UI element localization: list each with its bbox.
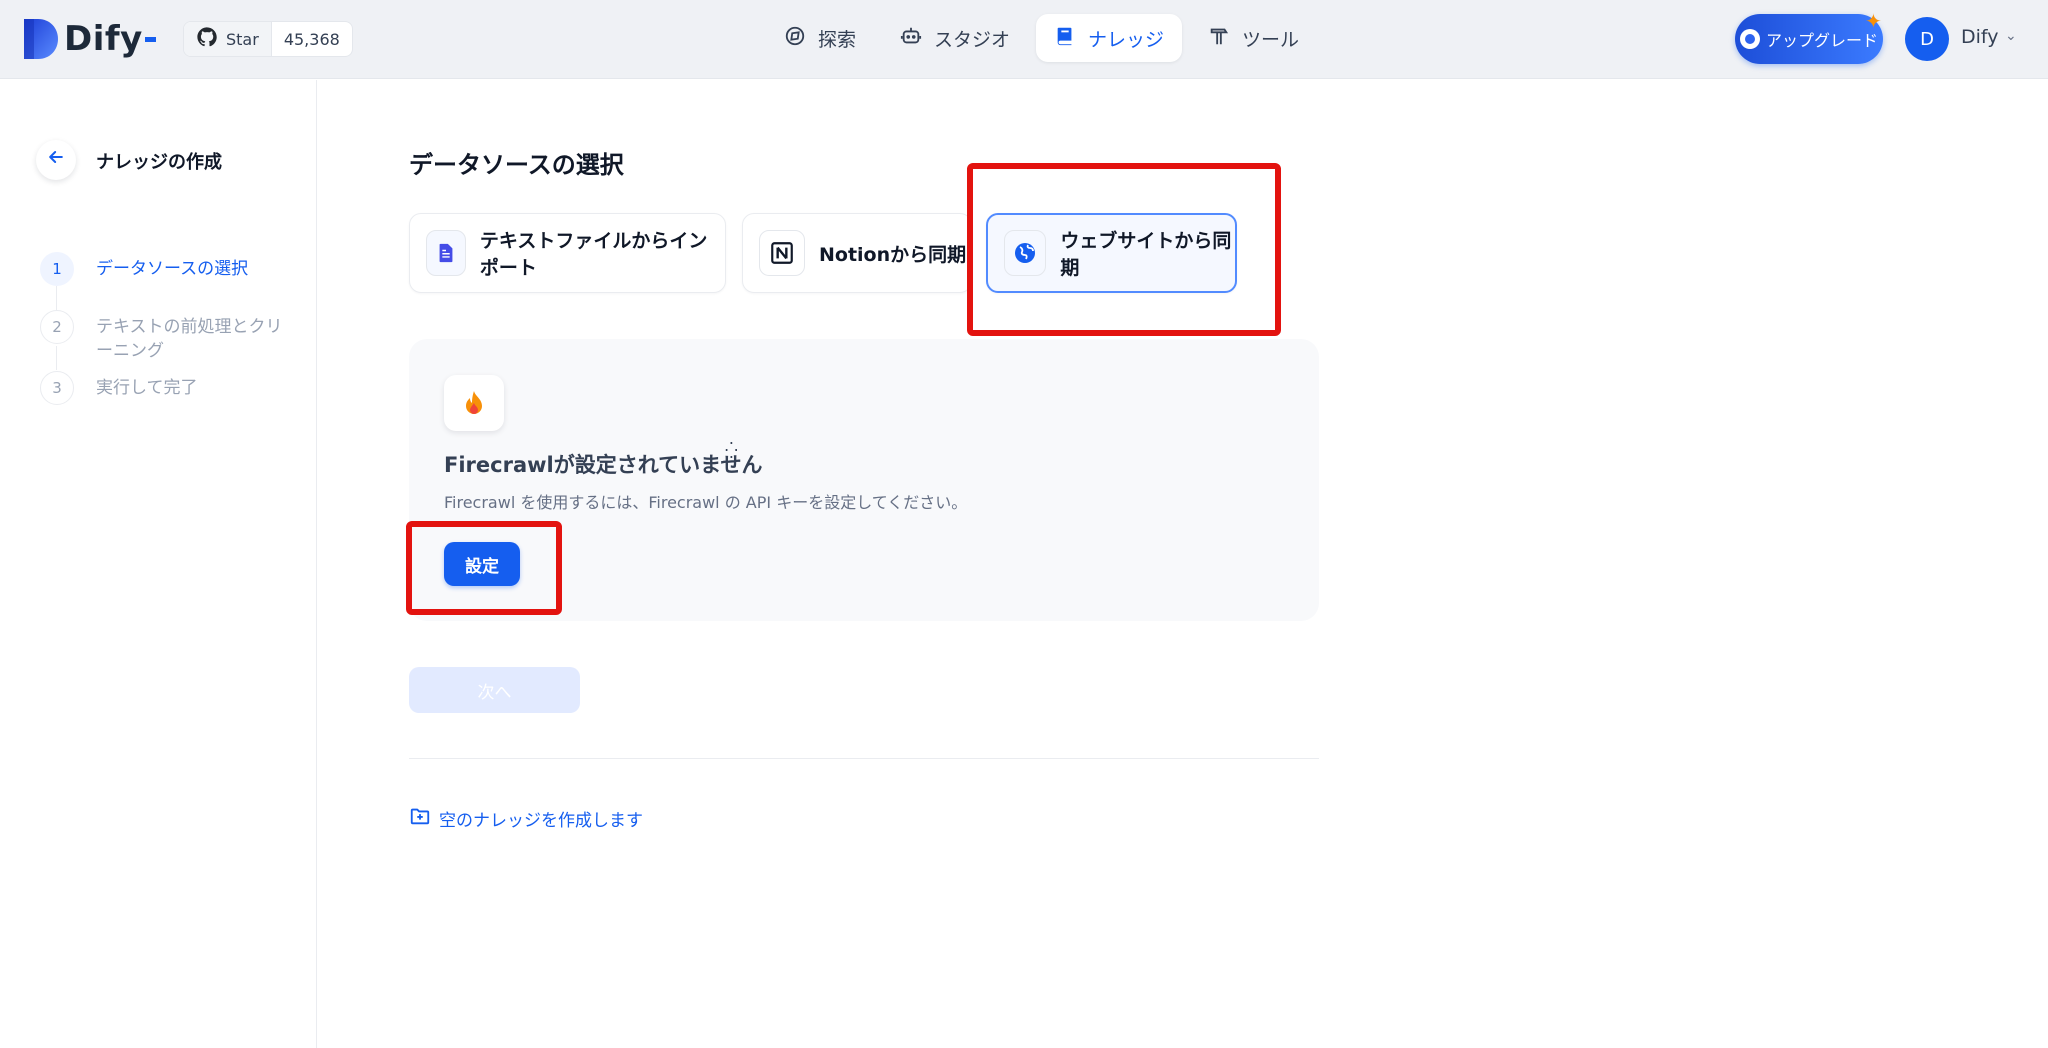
step-item-2: 2 テキストの前処理とクリーニング: [40, 310, 296, 363]
step-number: 2: [40, 310, 74, 344]
back-button[interactable]: [36, 140, 76, 180]
nav-explore-label: 探索: [817, 28, 856, 51]
sparkle-badge-icon: [1739, 29, 1760, 49]
step-connector: [56, 346, 57, 370]
step-label: データソースの選択: [96, 259, 249, 279]
upgrade-button[interactable]: アップグレード: [1735, 14, 1883, 64]
github-icon: [196, 26, 218, 52]
source-text-file[interactable]: テキストファイルからインポート: [409, 213, 726, 293]
firecrawl-title: Firecrawlが設定されていません: [444, 453, 763, 477]
github-star-label: Star: [226, 29, 259, 49]
step-item-1: 1 データソースの選択: [40, 252, 296, 286]
step-connector: [56, 286, 57, 310]
dify-logo[interactable]: Dify: [24, 18, 156, 60]
github-star-widget[interactable]: Star 45,368: [183, 21, 353, 57]
fire-icon: [444, 375, 504, 431]
empty-link-label: 空のナレッジを作成します: [439, 811, 643, 831]
loading-spinner-icon: ⁛: [725, 441, 738, 460]
github-star-count[interactable]: 45,368: [272, 22, 352, 56]
create-empty-knowledge-link[interactable]: 空のナレッジを作成します: [409, 805, 643, 832]
firecrawl-description: Firecrawl を使用するには、Firecrawl の API キーを設定し…: [444, 493, 968, 512]
github-star-button[interactable]: Star: [184, 22, 272, 56]
source-notion[interactable]: Notionから同期: [742, 213, 972, 293]
upgrade-label: アップグレード: [1765, 31, 1878, 50]
avatar[interactable]: D: [1905, 17, 1949, 61]
nav-knowledge-label: ナレッジ: [1088, 28, 1165, 51]
arrow-left-icon: [46, 147, 66, 173]
create-knowledge-sidebar: ナレッジの作成 1 データソースの選択 2 テキストの前処理とクリーニング 3 …: [0, 80, 317, 1048]
nav-studio-label: スタジオ: [933, 28, 1010, 51]
step-list: 1 データソースの選択 2 テキストの前処理とクリーニング 3 実行して完了: [40, 252, 296, 419]
chevron-down-icon[interactable]: ⌄: [2005, 28, 2017, 44]
highlight-box-configure: [406, 521, 562, 615]
nav-tools-label: ツール: [1242, 28, 1300, 51]
compass-icon: [784, 25, 818, 52]
nav-tools[interactable]: ツール: [1190, 14, 1317, 62]
step-label: テキストの前処理とクリーニング: [96, 317, 283, 361]
notion-icon: [759, 230, 805, 276]
highlight-box-website: [967, 163, 1281, 336]
book-icon: [1054, 25, 1088, 52]
hammer-icon: [1208, 25, 1242, 52]
logo-dot: [144, 36, 156, 42]
page-title: データソースの選択: [409, 151, 624, 179]
nav-studio[interactable]: スタジオ: [882, 14, 1028, 62]
robot-icon: [900, 25, 934, 52]
step-number: 1: [40, 252, 74, 286]
user-name[interactable]: Dify: [1961, 26, 1999, 48]
nav-knowledge[interactable]: ナレッジ: [1036, 14, 1183, 62]
step-item-3: 3 実行して完了: [40, 371, 296, 405]
dify-logo-mark: [24, 19, 58, 59]
step-number: 3: [40, 371, 74, 405]
file-text-icon: [426, 230, 466, 276]
folder-plus-icon: [409, 805, 439, 832]
next-button[interactable]: 次へ: [409, 667, 580, 713]
star-sparkle-icon: ✦: [1865, 9, 1882, 33]
top-header: Dify Star 45,368 探索 スタジオ ナレッジ ツール アップグレー…: [0, 0, 2048, 79]
source-label: Notionから同期: [819, 243, 967, 266]
nav-explore[interactable]: 探索: [766, 14, 874, 62]
source-label: テキストファイルからインポート: [479, 230, 708, 279]
sidebar-title: ナレッジの作成: [96, 152, 222, 173]
divider: [409, 758, 1319, 759]
logo-text: Dify: [64, 19, 143, 59]
step-label: 実行して完了: [96, 378, 198, 398]
